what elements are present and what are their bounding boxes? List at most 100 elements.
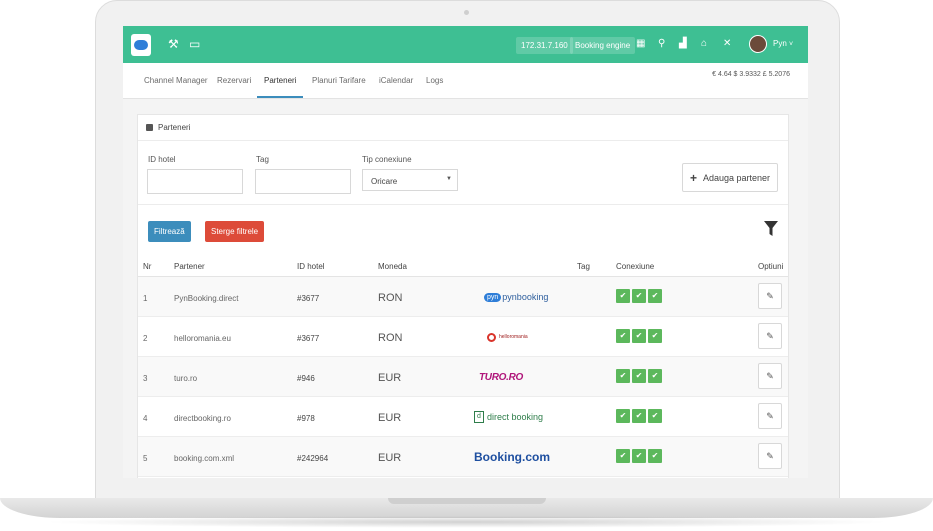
- camera-dot: [464, 10, 469, 15]
- user-walk-icon[interactable]: ⚲: [658, 37, 665, 51]
- tab-icalendar[interactable]: iCalendar: [379, 76, 413, 85]
- col-header-options: Optiuni: [758, 262, 784, 271]
- bank-icon[interactable]: ⌂: [701, 37, 707, 51]
- hotel-id: #3677: [297, 294, 320, 303]
- col-header-partner: Partener: [174, 262, 205, 271]
- check-icon[interactable]: ✔: [648, 289, 662, 303]
- currency: RON: [378, 332, 403, 344]
- partner-logo: helloromania: [487, 329, 528, 345]
- check-icon[interactable]: ✔: [632, 329, 646, 343]
- partner-name: PynBooking.direct: [174, 294, 239, 303]
- row-divider: [138, 476, 788, 477]
- check-icon[interactable]: ✔: [616, 449, 630, 463]
- hotel-id: #978: [297, 414, 315, 423]
- pencil-icon: ✎: [766, 290, 774, 301]
- table-row: 4 directbooking.ro #978 EUR d direct boo…: [138, 397, 788, 437]
- partner-logo: Booking.com: [474, 449, 550, 465]
- partner-logo-text: direct booking: [487, 412, 544, 422]
- check-icon[interactable]: ✔: [632, 409, 646, 423]
- edit-button[interactable]: ✎: [758, 403, 782, 429]
- tag-input[interactable]: [255, 169, 351, 194]
- connection-status: ✔ ✔ ✔: [616, 409, 662, 423]
- partner-name: directbooking.ro: [174, 414, 231, 423]
- check-icon[interactable]: ✔: [648, 369, 662, 383]
- edit-button[interactable]: ✎: [758, 323, 782, 349]
- partner-logo-text: helloromania: [499, 334, 528, 340]
- partner-name: turo.ro: [174, 374, 198, 383]
- tab-planuri-tarifare[interactable]: Planuri Tarifare: [312, 76, 366, 85]
- edit-button[interactable]: ✎: [758, 363, 782, 389]
- check-icon[interactable]: ✔: [648, 449, 662, 463]
- tag-label: Tag: [256, 155, 269, 164]
- add-partner-button[interactable]: + Adauga partener: [682, 163, 778, 192]
- currency: RON: [378, 292, 403, 304]
- partners-panel: Parteneri ID hotel Tag Tip conexiune Ori…: [137, 114, 789, 478]
- tab-channel-manager[interactable]: Channel Manager: [144, 76, 208, 85]
- logo-mark: [134, 40, 148, 50]
- user-name: Pyn: [773, 39, 787, 48]
- check-icon[interactable]: ✔: [616, 369, 630, 383]
- check-icon[interactable]: ✔: [616, 409, 630, 423]
- chart-icon[interactable]: ▟: [679, 37, 687, 51]
- add-partner-label: Adauga partener: [702, 172, 771, 183]
- col-header-tag: Tag: [577, 262, 590, 271]
- connection-status: ✔ ✔ ✔: [616, 449, 662, 463]
- settings-icon[interactable]: ✕: [723, 37, 731, 51]
- check-icon[interactable]: ✔: [648, 329, 662, 343]
- avatar[interactable]: [749, 35, 767, 53]
- exchange-rates: € 4.64 $ 3.9332 £ 5.2076: [712, 71, 790, 78]
- check-icon[interactable]: ✔: [632, 369, 646, 383]
- pencil-icon: ✎: [766, 450, 774, 461]
- check-icon[interactable]: ✔: [632, 289, 646, 303]
- partner-logo-text: TURO.RO: [479, 371, 524, 383]
- tab-parteneri[interactable]: Parteneri: [264, 76, 296, 85]
- tab-logs[interactable]: Logs: [426, 76, 443, 85]
- partner-logo: TURO.RO: [479, 369, 523, 385]
- filter-funnel-icon[interactable]: [764, 221, 778, 237]
- filters-divider: [138, 204, 788, 205]
- edit-button[interactable]: ✎: [758, 283, 782, 309]
- col-header-currency: Moneda: [378, 262, 407, 271]
- hotel-id: #242964: [297, 454, 329, 463]
- check-icon[interactable]: ✔: [616, 289, 630, 303]
- filter-button[interactable]: Filtrează: [148, 221, 191, 242]
- monitor-icon[interactable]: ▭: [189, 37, 200, 51]
- laptop-notch: [388, 498, 546, 504]
- active-tab-indicator: [257, 96, 303, 98]
- ip-address-badge[interactable]: 172.31.7.160: [516, 37, 573, 54]
- app-logo[interactable]: [131, 34, 151, 56]
- check-icon[interactable]: ✔: [632, 449, 646, 463]
- edit-button[interactable]: ✎: [758, 443, 782, 469]
- chevron-down-icon: ˅: [789, 41, 794, 48]
- connection-status: ✔ ✔ ✔: [616, 369, 662, 383]
- panel-header: Parteneri: [138, 115, 788, 141]
- tools-icon[interactable]: ⚒: [168, 37, 179, 51]
- panel-title: Parteneri: [158, 123, 191, 132]
- partner-name: booking.com.xml: [174, 454, 235, 463]
- booking-engine-button[interactable]: Booking engine: [570, 37, 636, 54]
- pencil-icon: ✎: [766, 330, 774, 341]
- plus-icon: +: [689, 170, 697, 185]
- partner-logo-text: pynbooking: [502, 292, 549, 302]
- top-bar: ⚒ ▭ 172.31.7.160 Booking engine ▦ ⚲ ▟ ⌂ …: [123, 26, 808, 63]
- connection-type-select[interactable]: Oricare ▼: [362, 169, 458, 191]
- row-number: 4: [143, 414, 148, 423]
- check-icon[interactable]: ✔: [616, 329, 630, 343]
- connection-status: ✔ ✔ ✔: [616, 329, 662, 343]
- clear-filters-button[interactable]: Sterge filtrele: [205, 221, 265, 242]
- hotel-id-input[interactable]: [147, 169, 243, 194]
- calendar-icon[interactable]: ▦: [636, 37, 645, 51]
- check-icon[interactable]: ✔: [648, 409, 662, 423]
- connection-status: ✔ ✔ ✔: [616, 289, 662, 303]
- table-row: 3 turo.ro #946 EUR TURO.RO ✔ ✔ ✔ ✎: [138, 357, 788, 397]
- row-number: 2: [143, 334, 148, 343]
- pencil-icon: ✎: [766, 370, 774, 381]
- table-row: 5 booking.com.xml #242964 EUR Booking.co…: [138, 437, 788, 477]
- currency: EUR: [378, 372, 402, 384]
- col-header-hotel-id: ID hotel: [297, 262, 325, 271]
- partner-logo: d direct booking: [474, 409, 543, 425]
- tab-rezervari[interactable]: Rezervari: [217, 76, 251, 85]
- user-menu[interactable]: Pyn ˅: [773, 39, 793, 48]
- col-header-connection: Conexiune: [616, 262, 655, 271]
- table-row: 1 PynBooking.direct #3677 RON pyn pynboo…: [138, 277, 788, 317]
